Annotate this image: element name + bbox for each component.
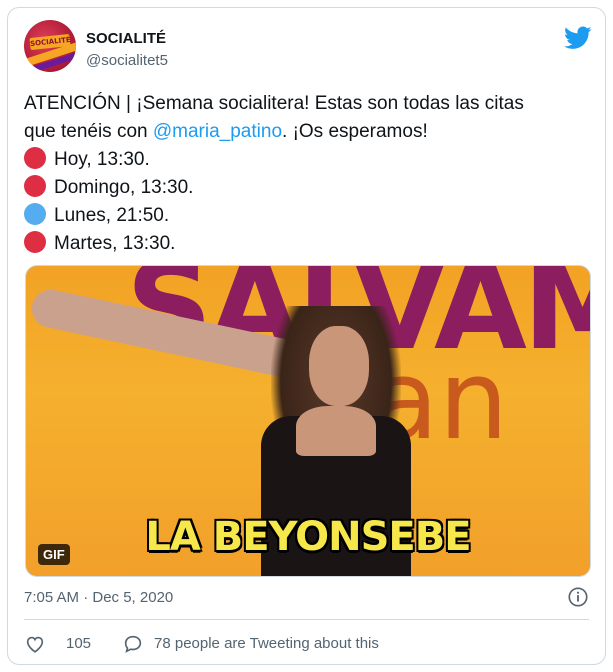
tweet-text-segment: que tenéis con [24,121,153,142]
blue-circle-icon [24,203,46,225]
schedule-item: Martes, 13:30. [24,230,594,258]
schedule-text: Martes, 13:30. [54,233,176,254]
schedule-item: Lunes, 21:50. [24,202,594,230]
like-count[interactable]: 105 [66,635,91,652]
tweet-timestamp[interactable]: 7:05 AM · Dec 5, 2020 [24,589,173,606]
divider [24,619,589,620]
schedule-text: Domingo, 13:30. [54,177,194,198]
tweet-header: SOCIALITÉ SOCIALITÉ @socialitet5 [24,20,592,76]
tweet-card[interactable]: SOCIALITÉ SOCIALITÉ @socialitet5 ATENCIÓ… [7,7,606,665]
avatar[interactable]: SOCIALITÉ [24,20,76,72]
display-name[interactable]: SOCIALITÉ [86,30,166,47]
reply-bubble-icon[interactable] [122,633,144,655]
heart-icon[interactable] [24,633,46,655]
schedule-item: Hoy, 13:30. [24,146,594,174]
schedule-text: Lunes, 21:50. [54,205,170,226]
red-circle-icon [24,147,46,169]
mention-link[interactable]: @maria_patino [153,121,282,142]
gif-figure-face [309,326,369,406]
tweet-line: ATENCIÓN | ¡Semana socialitera! Estas so… [24,93,524,114]
user-handle[interactable]: @socialitet5 [86,52,168,69]
tweet-text-segment: . ¡Os esperamos! [282,121,428,142]
tweet-body: ATENCIÓN | ¡Semana socialitera! Estas so… [24,90,594,258]
red-circle-icon [24,231,46,253]
schedule-item: Domingo, 13:30. [24,174,594,202]
red-circle-icon [24,175,46,197]
tweeting-about-link[interactable]: 78 people are Tweeting about this [154,635,379,652]
gif-figure-body [296,406,376,456]
twitter-bird-icon[interactable] [564,26,592,50]
gif-badge: GIF [38,544,70,565]
schedule-text: Hoy, 13:30. [54,149,150,170]
tweet-line: que tenéis con @maria_patino. ¡Os espera… [24,118,594,146]
gif-media[interactable]: SALVAM ran LA BEYONSEBE GIF [25,265,591,577]
info-icon[interactable] [567,586,589,608]
gif-caption: LA BEYONSEBE [145,514,471,560]
